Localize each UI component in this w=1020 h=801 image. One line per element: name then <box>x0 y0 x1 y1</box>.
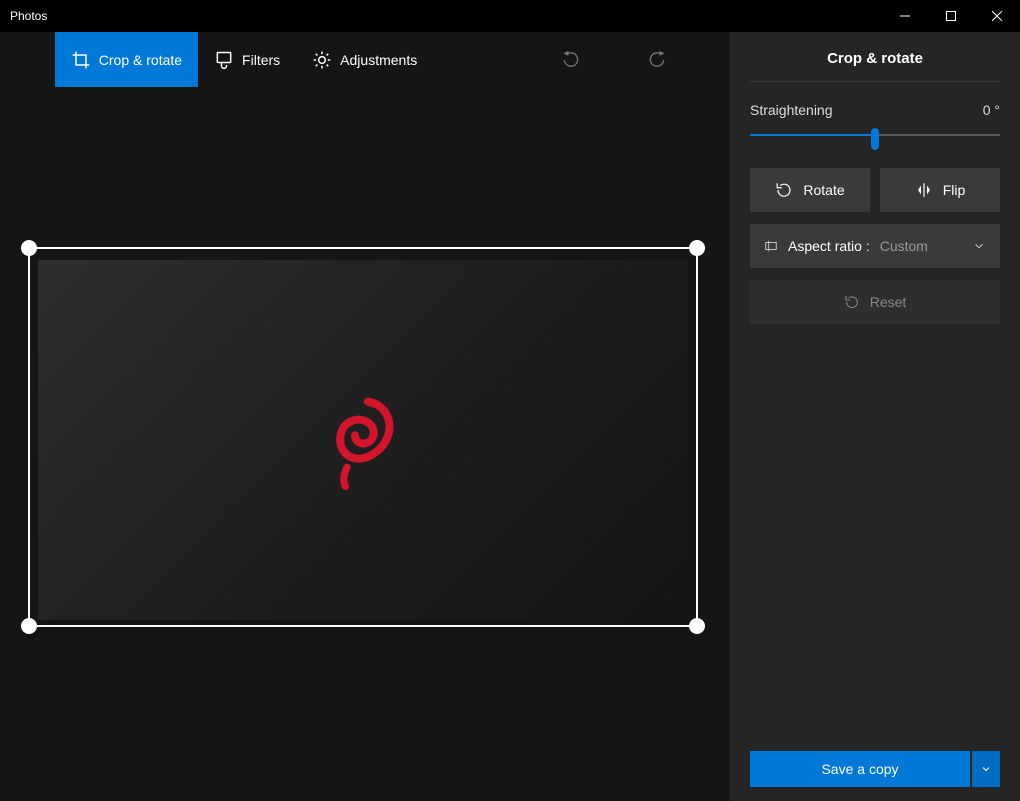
rotate-label: Rotate <box>803 182 844 198</box>
save-options-button[interactable] <box>972 751 1000 787</box>
flip-button[interactable]: Flip <box>880 168 1000 212</box>
reset-button[interactable]: Reset <box>750 280 1000 324</box>
tab-crop-rotate[interactable]: Crop & rotate <box>55 32 198 87</box>
aspect-label: Aspect ratio : <box>788 238 870 254</box>
slider-thumb[interactable] <box>871 128 879 150</box>
chevron-down-icon <box>972 239 986 253</box>
minimize-icon <box>900 11 910 21</box>
window-maximize-button[interactable] <box>928 0 974 32</box>
panel-title: Crop & rotate <box>750 32 1000 82</box>
history-controls <box>553 32 675 87</box>
redo-button[interactable] <box>639 42 675 78</box>
tab-adjustments[interactable]: Adjustments <box>296 32 433 87</box>
aspect-ratio-dropdown[interactable]: Aspect ratio : Custom <box>750 224 1000 268</box>
straightening-slider[interactable] <box>750 122 1000 150</box>
tab-filters[interactable]: Filters <box>198 32 296 87</box>
straightening-row: Straightening 0 ° <box>750 102 1000 150</box>
crop-icon <box>71 50 91 70</box>
tab-label: Filters <box>242 52 280 68</box>
adjustments-icon <box>312 50 332 70</box>
redo-icon <box>647 50 667 70</box>
aspect-ratio-icon <box>764 239 778 253</box>
tab-label: Crop & rotate <box>99 52 182 68</box>
app-title: Photos <box>0 9 47 23</box>
chevron-down-icon <box>980 763 992 775</box>
rotate-icon <box>775 181 793 199</box>
crop-handle-bottom-right[interactable] <box>689 618 705 634</box>
tab-label: Adjustments <box>340 52 417 68</box>
save-label: Save a copy <box>821 761 898 777</box>
save-copy-button[interactable]: Save a copy <box>750 751 970 787</box>
reset-label: Reset <box>870 294 907 310</box>
crop-handle-top-left[interactable] <box>21 240 37 256</box>
app-window: Photos Crop & rotate Filter <box>0 0 1020 801</box>
straightening-value: 0 ° <box>983 102 1000 118</box>
editor-toolbar: Crop & rotate Filters Adjustments <box>0 32 730 87</box>
window-close-button[interactable] <box>974 0 1020 32</box>
undo-button[interactable] <box>553 42 589 78</box>
rotate-flip-row: Rotate Flip <box>750 168 1000 212</box>
rotate-button[interactable]: Rotate <box>750 168 870 212</box>
app-body: Crop & rotate Filters Adjustments <box>0 32 1020 801</box>
canvas-viewport[interactable] <box>0 87 730 801</box>
maximize-icon <box>946 11 956 21</box>
side-panel: Crop & rotate Straightening 0 ° Rotate <box>730 32 1020 801</box>
crop-handle-top-right[interactable] <box>689 240 705 256</box>
image-preview <box>38 260 688 620</box>
titlebar: Photos <box>0 0 1020 32</box>
crop-frame[interactable] <box>28 247 698 627</box>
image-logo-swirl <box>323 390 403 490</box>
flip-label: Flip <box>943 182 966 198</box>
flip-icon <box>915 181 933 199</box>
window-minimize-button[interactable] <box>882 0 928 32</box>
crop-handle-bottom-left[interactable] <box>21 618 37 634</box>
reset-icon <box>844 294 860 310</box>
slider-fill <box>750 134 875 136</box>
undo-icon <box>561 50 581 70</box>
canvas-area: Crop & rotate Filters Adjustments <box>0 32 730 801</box>
filters-icon <box>214 50 234 70</box>
aspect-value: Custom <box>880 238 928 254</box>
save-bar: Save a copy <box>750 751 1000 787</box>
straightening-label: Straightening <box>750 102 833 118</box>
close-icon <box>992 11 1002 21</box>
